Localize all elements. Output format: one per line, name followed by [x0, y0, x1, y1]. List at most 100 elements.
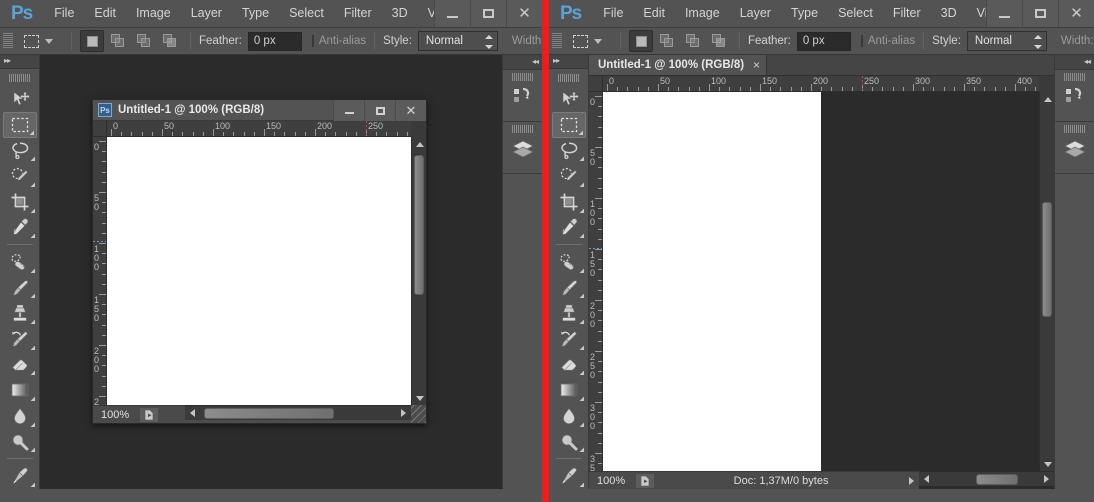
scroll-left-button-right[interactable] — [919, 472, 934, 486]
tool-panel-collapse-left[interactable]: ▸▸ — [0, 55, 39, 69]
maximize-button-left[interactable] — [470, 0, 506, 27]
dodge-tool-left[interactable] — [3, 429, 37, 455]
anti-alias-checkbox-left[interactable] — [311, 35, 314, 47]
history-brush-tool-right[interactable] — [552, 326, 586, 352]
document-info-menu-right[interactable] — [635, 472, 656, 489]
scroll-down-button-left[interactable] — [412, 391, 427, 405]
spot-healing-brush-tool-right[interactable] — [552, 249, 586, 275]
tool-preset-chevron-down-icon-right[interactable] — [594, 38, 602, 44]
horizontal-scroll-track-left[interactable] — [200, 406, 396, 421]
add-to-selection-button-right[interactable] — [655, 30, 679, 52]
brush-tool-right[interactable] — [552, 275, 586, 301]
move-tool-left[interactable] — [3, 86, 37, 112]
history-panel-grip-right[interactable] — [1063, 73, 1086, 81]
menu-item-select[interactable]: Select — [279, 2, 334, 25]
feather-input-left[interactable]: 0 px — [247, 31, 302, 51]
menu-item-file-right[interactable]: File — [593, 2, 633, 25]
scroll-left-button-left[interactable] — [185, 406, 200, 420]
rectangular-marquee-tool-left[interactable] — [2, 111, 37, 138]
zoom-level-left[interactable]: 100% — [93, 409, 139, 421]
layers-panel-button-right[interactable] — [1055, 122, 1094, 174]
menu-item-3d[interactable]: 3D — [382, 2, 418, 25]
minimize-button-right[interactable] — [986, 0, 1022, 27]
options-bar-grip-right[interactable] — [552, 33, 562, 49]
lasso-tool-right[interactable] — [552, 138, 586, 164]
new-selection-button-right[interactable] — [629, 30, 653, 52]
quick-selection-tool-left[interactable] — [3, 163, 37, 189]
menu-item-filter[interactable]: Filter — [334, 2, 382, 25]
document-tab-right[interactable]: Untitled-1 @ 100% (RGB/8) × — [589, 55, 768, 75]
menu-item-filter-right[interactable]: Filter — [883, 2, 931, 25]
style-select-right[interactable]: Normal — [966, 31, 1047, 51]
menu-item-select-right[interactable]: Select — [828, 2, 883, 25]
close-button-left[interactable]: ✕ — [506, 0, 542, 27]
scroll-up-button-right[interactable] — [1040, 92, 1054, 106]
document-minimize-button-left[interactable] — [333, 100, 364, 121]
history-panel-button-left[interactable] — [503, 70, 542, 122]
blur-tool-left[interactable] — [3, 403, 37, 429]
blur-tool-right[interactable] — [552, 403, 586, 429]
ruler-corner-left[interactable] — [93, 121, 107, 137]
rectangular-marquee-tool-right[interactable] — [551, 111, 586, 138]
new-selection-button-left[interactable] — [80, 30, 104, 52]
vertical-scrollbar-left[interactable] — [411, 137, 426, 405]
right-dock-collapse-left[interactable]: ◂◂ — [503, 55, 542, 70]
spot-healing-brush-tool-left[interactable] — [3, 249, 37, 275]
maximize-button-right[interactable] — [1022, 0, 1058, 27]
crop-tool-left[interactable] — [3, 189, 37, 215]
tool-panel-grip-right[interactable] — [557, 73, 580, 83]
clone-stamp-tool-left[interactable] — [3, 300, 37, 326]
resize-grip-left[interactable] — [411, 405, 426, 423]
eyedropper-tool-right[interactable] — [552, 215, 586, 241]
canvas-right[interactable] — [603, 92, 821, 471]
history-panel-grip-left[interactable] — [511, 73, 534, 81]
horizontal-scroll-thumb-left[interactable] — [204, 407, 334, 419]
brush-tool-left[interactable] — [3, 275, 37, 301]
horizontal-ruler-left[interactable]: 0 50 100 150 200 250 — [107, 121, 411, 137]
close-button-right[interactable]: ✕ — [1058, 0, 1094, 27]
vertical-scroll-track-left[interactable] — [412, 151, 426, 391]
scroll-right-button-left[interactable] — [396, 406, 411, 420]
vertical-ruler-left[interactable]: 0 50 100 150 200 250 — [93, 137, 107, 405]
anti-alias-checkbox-right[interactable] — [860, 35, 863, 47]
dodge-tool-right[interactable] — [552, 429, 586, 455]
zoom-level-right[interactable]: 100% — [589, 475, 635, 487]
minimize-button-left[interactable] — [434, 0, 470, 27]
tab-close-icon-right[interactable]: × — [753, 59, 760, 71]
intersect-selection-button-left[interactable] — [158, 30, 182, 52]
menu-item-file[interactable]: File — [44, 2, 84, 25]
eraser-tool-right[interactable] — [552, 352, 586, 378]
tool-panel-grip-left[interactable] — [8, 73, 31, 83]
menu-item-edit[interactable]: Edit — [84, 2, 126, 25]
history-brush-tool-left[interactable] — [3, 326, 37, 352]
vertical-scroll-track-right[interactable] — [1040, 106, 1054, 457]
document-title-bar-left[interactable]: Ps Untitled-1 @ 100% (RGB/8) ✕ — [93, 100, 426, 121]
clone-stamp-tool-right[interactable] — [552, 300, 586, 326]
right-dock-collapse-right[interactable]: ◂◂ — [1055, 55, 1094, 70]
horizontal-ruler-right[interactable]: 0 50 100 150 200 250 300 350 400 — [603, 76, 1039, 92]
menu-item-image-right[interactable]: Image — [675, 2, 730, 25]
vertical-scroll-thumb-right[interactable] — [1042, 202, 1052, 317]
tool-panel-collapse-right[interactable]: ▸▸ — [549, 55, 588, 69]
layers-panel-grip-right[interactable] — [1063, 125, 1086, 133]
vertical-scroll-thumb-left[interactable] — [414, 155, 424, 295]
canvas-left[interactable] — [107, 137, 411, 405]
crop-tool-right[interactable] — [552, 189, 586, 215]
horizontal-scrollbar-left[interactable] — [185, 405, 411, 420]
menu-item-3d-right[interactable]: 3D — [931, 2, 967, 25]
subtract-from-selection-button-left[interactable] — [132, 30, 156, 52]
pen-tool-left[interactable] — [3, 463, 37, 489]
menu-item-image[interactable]: Image — [126, 2, 181, 25]
menu-item-layer[interactable]: Layer — [181, 2, 232, 25]
subtract-from-selection-button-right[interactable] — [681, 30, 705, 52]
menu-item-edit-right[interactable]: Edit — [633, 2, 675, 25]
add-to-selection-button-left[interactable] — [106, 30, 130, 52]
pen-tool-right[interactable] — [552, 463, 586, 489]
eyedropper-tool-left[interactable] — [3, 215, 37, 241]
intersect-selection-button-right[interactable] — [707, 30, 731, 52]
gradient-tool-right[interactable] — [552, 377, 586, 403]
document-close-button-left[interactable]: ✕ — [395, 100, 426, 121]
scroll-right-button-right[interactable] — [1039, 472, 1054, 486]
menu-item-type-right[interactable]: Type — [781, 2, 828, 25]
options-bar-grip-left[interactable] — [3, 33, 13, 49]
